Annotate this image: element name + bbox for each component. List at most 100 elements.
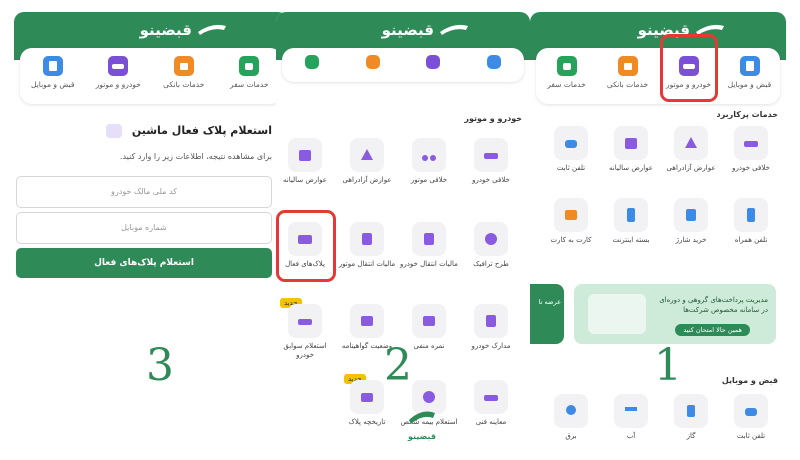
service-label: مالیات انتقال خودرو [400, 260, 458, 268]
internet-icon [614, 198, 648, 232]
service-label: خلافی موتور [410, 176, 448, 184]
bank-icon [173, 56, 194, 76]
service-card-transfer[interactable]: کارت به کارت [540, 198, 602, 245]
service-motorcycle-fine[interactable]: خلافی موتور [398, 138, 460, 185]
tab-banking[interactable] [343, 48, 404, 82]
annual-toll-icon [614, 126, 648, 160]
gas-icon [674, 394, 708, 428]
tab-label: خودرو و موتور [95, 80, 141, 89]
service-water[interactable]: آب [600, 394, 662, 441]
traffic-plan-icon [474, 222, 508, 256]
service-label: طرح ترافیک [473, 260, 509, 268]
service-label: بسته اینترنت [612, 236, 650, 244]
annual-toll-icon [288, 138, 322, 172]
landline-phone-icon [554, 126, 588, 160]
service-motor-tax[interactable]: مالیات انتقال موتور [336, 222, 398, 269]
service-label: تلفن همراه [734, 236, 768, 244]
travel-icon [556, 56, 577, 76]
highway-toll-icon [350, 138, 384, 172]
service-mobile[interactable]: تلفن همراه [720, 198, 782, 245]
highlight-outline [660, 34, 718, 102]
tab-bills[interactable]: قبض و موبایل [22, 48, 84, 104]
service-label: مالیات انتقال موتور [338, 260, 396, 268]
license-status-icon [350, 304, 384, 338]
service-landline[interactable]: تلفن ثابت [720, 394, 782, 441]
watermark-text: قبضینو [408, 432, 436, 441]
motor-tax-icon [350, 222, 384, 256]
tab-travel[interactable] [282, 48, 343, 82]
service-label: برق [565, 432, 577, 440]
brand-watermark: قبضینو [400, 408, 444, 448]
service-inspection[interactable]: معاینه فنی [460, 380, 522, 427]
service-label: کارت به کارت [550, 236, 592, 244]
service-label: عوارض سالیانه [609, 164, 653, 172]
banner-illustration [588, 294, 646, 334]
tab-label: خدمات بانکی [163, 80, 205, 89]
bill-icon [42, 56, 63, 76]
service-electricity[interactable]: برق [540, 394, 602, 441]
form-description: برای مشاهده نتیجه، اطلاعات زیر را وارد ک… [119, 152, 272, 161]
motorcycle-fine-icon [412, 138, 446, 172]
section-title: قبض و موبایل [721, 376, 778, 385]
tab-vehicle[interactable] [403, 48, 464, 82]
mobile-field[interactable]: شماره موبایل [16, 212, 272, 244]
negative-points-icon [412, 304, 446, 338]
mobile-phone-icon [734, 198, 768, 232]
tab-vehicle[interactable]: خودرو و موتور [87, 48, 149, 104]
app-logo: قبضینو [139, 21, 192, 39]
service-annual-toll[interactable]: عوارض سالیانه [600, 126, 662, 173]
tab-bills[interactable]: قبض و موبایل [719, 48, 780, 104]
app-logo: قبضینو [381, 21, 434, 39]
tab-travel[interactable]: خدمات سفر [536, 48, 597, 104]
tab-label: خدمات سفر [547, 80, 586, 89]
highlight-outline [276, 210, 336, 282]
national-id-field[interactable]: کد ملی مالک خودرو [16, 176, 272, 208]
service-label: عوارض آزادراهی [666, 164, 716, 172]
section-title: خودرو و موتور [464, 114, 522, 123]
service-label: تلفن ثابت [736, 432, 766, 440]
tab-banking[interactable]: خدمات بانکی [153, 48, 215, 104]
service-car-fine[interactable]: خلافی خودرو [720, 126, 782, 173]
bank-icon [617, 56, 638, 76]
service-internet[interactable]: بسته اینترنت [600, 198, 662, 245]
service-label: آب [626, 432, 636, 440]
service-annual-toll[interactable]: عوارض سالیانه [276, 138, 336, 185]
car-history-icon [288, 304, 322, 338]
service-label: استعلام سوابق خودرو [283, 342, 327, 360]
service-car-fine[interactable]: خلافی خودرو [460, 138, 522, 185]
service-traffic-plan[interactable]: طرح ترافیک [460, 222, 522, 269]
service-gas[interactable]: گاز [660, 394, 722, 441]
service-label: مدارک خودرو [471, 342, 511, 350]
banner-button[interactable]: همین حالا امتحان کنید [675, 324, 750, 336]
service-car-documents[interactable]: مدارک خودرو [460, 304, 522, 351]
tab-travel[interactable]: خدمات سفر [218, 48, 280, 104]
banner-text: مدیریت پرداخت‌های گروهی و دوره‌ای در سام… [659, 296, 768, 314]
car-icon [426, 55, 441, 69]
service-car-tax[interactable]: مالیات انتقال خودرو [398, 222, 460, 269]
service-label: تلفن ثابت [556, 164, 586, 172]
tab-banking[interactable]: خدمات بانکی [597, 48, 658, 104]
service-highway-toll[interactable]: عوارض آزادراهی [336, 138, 398, 185]
promo-banner-secondary[interactable]: عرضه تا [530, 284, 564, 344]
tab-bills[interactable] [464, 48, 525, 82]
tab-label: خدمات سفر [229, 80, 269, 89]
service-label: گاز [686, 432, 696, 440]
highway-toll-icon [674, 126, 708, 160]
card-transfer-icon [554, 198, 588, 232]
car-icon [108, 56, 129, 76]
step-number-2: 2 [384, 340, 412, 391]
promo-banner[interactable]: مدیریت پرداخت‌های گروهی و دوره‌ای در سام… [574, 284, 776, 344]
step-number-3: 3 [146, 340, 174, 391]
bank-icon [365, 55, 380, 69]
submit-button[interactable]: استعلام پلاک‌های فعال [16, 248, 272, 278]
car-fine-icon [734, 126, 768, 160]
water-icon [614, 394, 648, 428]
category-tabbar: خدمات سفر خدمات بانکی خودرو و موتور قبض … [536, 48, 780, 104]
section-title: خدمات پرکاربرد [716, 110, 779, 119]
service-landline[interactable]: تلفن ثابت [540, 126, 602, 173]
service-highway-toll[interactable]: عوارض آزادراهی [660, 126, 722, 173]
service-charge[interactable]: خرید شارژ [660, 198, 722, 245]
service-label: تاریخچه پلاک [348, 418, 386, 426]
logo-mark-icon [198, 24, 226, 35]
service-car-history[interactable]: استعلام سوابق خودرو [276, 304, 336, 361]
